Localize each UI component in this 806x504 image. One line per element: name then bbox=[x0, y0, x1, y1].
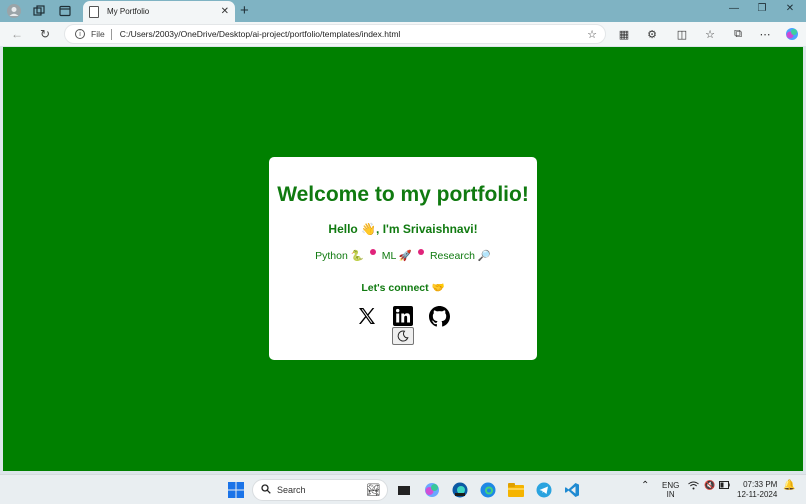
clock-date: 12-11-2024 bbox=[737, 490, 778, 499]
language-indicator[interactable]: ENG IN bbox=[662, 481, 679, 499]
address-separator bbox=[110, 28, 112, 40]
workspaces-icon[interactable] bbox=[31, 3, 47, 19]
copilot-icon[interactable] bbox=[784, 26, 800, 42]
linkedin-icon[interactable] bbox=[392, 305, 414, 327]
moon-icon bbox=[397, 330, 409, 342]
search-placeholder: Search bbox=[277, 485, 306, 495]
info-icon[interactable]: i bbox=[75, 29, 85, 39]
tab-my-portfolio[interactable]: My Portfolio ✕ bbox=[83, 1, 235, 22]
address-scheme: File bbox=[91, 29, 105, 39]
collections-icon[interactable]: ⧉ bbox=[730, 26, 746, 42]
page-heading: Welcome to my portfolio! bbox=[277, 183, 529, 206]
skill-ml: ML 🚀 bbox=[381, 250, 412, 262]
edge-dev-icon[interactable] bbox=[450, 480, 470, 500]
extensions-icon[interactable]: ⚙ bbox=[644, 26, 660, 42]
skills-list: Python 🐍 ML 🚀 Research 🔎 bbox=[269, 249, 537, 262]
address-bar[interactable]: i File C:/Users/2003y/OneDrive/Desktop/a… bbox=[64, 24, 606, 44]
separator-dot bbox=[369, 249, 376, 255]
notification-bell-icon[interactable]: 🔔 bbox=[783, 481, 795, 491]
telegram-icon[interactable] bbox=[534, 480, 554, 500]
collections-tool-icon[interactable]: ▦ bbox=[616, 26, 632, 42]
page-viewport: Welcome to my portfolio! Hello 👋, I'm Sr… bbox=[3, 47, 803, 471]
theme-toggle-button[interactable] bbox=[392, 327, 414, 345]
skill-research: Research 🔎 bbox=[429, 250, 491, 262]
edge-icon[interactable] bbox=[478, 480, 498, 500]
clock[interactable]: 07:33 PM 12-11-2024 bbox=[737, 480, 777, 500]
browser-navbar: ← ↻ i File C:/Users/2003y/OneDrive/Deskt… bbox=[0, 22, 806, 46]
portfolio-card: Welcome to my portfolio! Hello 👋, I'm Sr… bbox=[269, 157, 537, 360]
battery-icon[interactable] bbox=[719, 481, 730, 491]
clock-time: 07:33 PM bbox=[743, 480, 778, 489]
more-menu-icon[interactable]: ⋯ bbox=[757, 26, 773, 42]
taskbar: Search 🏞 ⌃ ENG IN 🔇 07:33 PM 12-11-2024 … bbox=[0, 474, 806, 504]
url-text[interactable]: C:/Users/2003y/OneDrive/Desktop/ai-proje… bbox=[120, 29, 587, 39]
hello-text: Hello 👋, I'm Srivaishnavi! bbox=[328, 222, 478, 236]
vscode-icon[interactable] bbox=[562, 480, 582, 500]
start-icon[interactable] bbox=[226, 480, 246, 500]
restore-icon[interactable]: ❐ bbox=[754, 3, 770, 14]
tab-actions-icon[interactable] bbox=[57, 3, 73, 19]
page-icon bbox=[89, 5, 99, 18]
social-links bbox=[269, 305, 537, 327]
tab-title: My Portfolio bbox=[107, 7, 150, 16]
search-highlight-icon: 🏞 bbox=[365, 483, 381, 497]
new-tab-icon[interactable]: + bbox=[240, 2, 249, 19]
github-icon[interactable] bbox=[428, 305, 450, 327]
task-view-icon[interactable] bbox=[394, 480, 414, 500]
mute-icon[interactable]: 🔇 bbox=[704, 481, 715, 490]
split-screen-icon[interactable]: ◫ bbox=[674, 26, 690, 42]
lang-bottom: IN bbox=[666, 490, 675, 499]
favorite-star-icon[interactable]: ☆ bbox=[587, 28, 597, 41]
separator-dot bbox=[417, 249, 424, 255]
taskbar-search[interactable]: Search 🏞 bbox=[252, 479, 388, 501]
refresh-icon[interactable]: ↻ bbox=[37, 26, 53, 42]
wifi-icon[interactable] bbox=[688, 481, 699, 492]
skill-python: Python 🐍 bbox=[315, 250, 364, 262]
close-tab-icon[interactable]: ✕ bbox=[221, 6, 229, 17]
search-icon bbox=[261, 484, 271, 496]
close-window-icon[interactable]: ✕ bbox=[782, 3, 798, 14]
profile-icon[interactable] bbox=[6, 3, 22, 19]
back-icon[interactable]: ← bbox=[9, 26, 25, 42]
favorites-icon[interactable]: ☆ bbox=[702, 26, 718, 42]
lang-top: ENG bbox=[662, 481, 680, 490]
browser-titlebar: My Portfolio ✕ + — ❐ ✕ bbox=[0, 0, 806, 22]
copilot-app-icon[interactable] bbox=[422, 480, 442, 500]
x-icon[interactable] bbox=[356, 305, 378, 327]
show-hidden-icons[interactable]: ⌃ bbox=[641, 481, 649, 491]
file-explorer-icon[interactable] bbox=[506, 480, 526, 500]
minimize-icon[interactable]: — bbox=[726, 3, 742, 14]
connect-text: Let's connect 🤝 bbox=[361, 282, 445, 294]
